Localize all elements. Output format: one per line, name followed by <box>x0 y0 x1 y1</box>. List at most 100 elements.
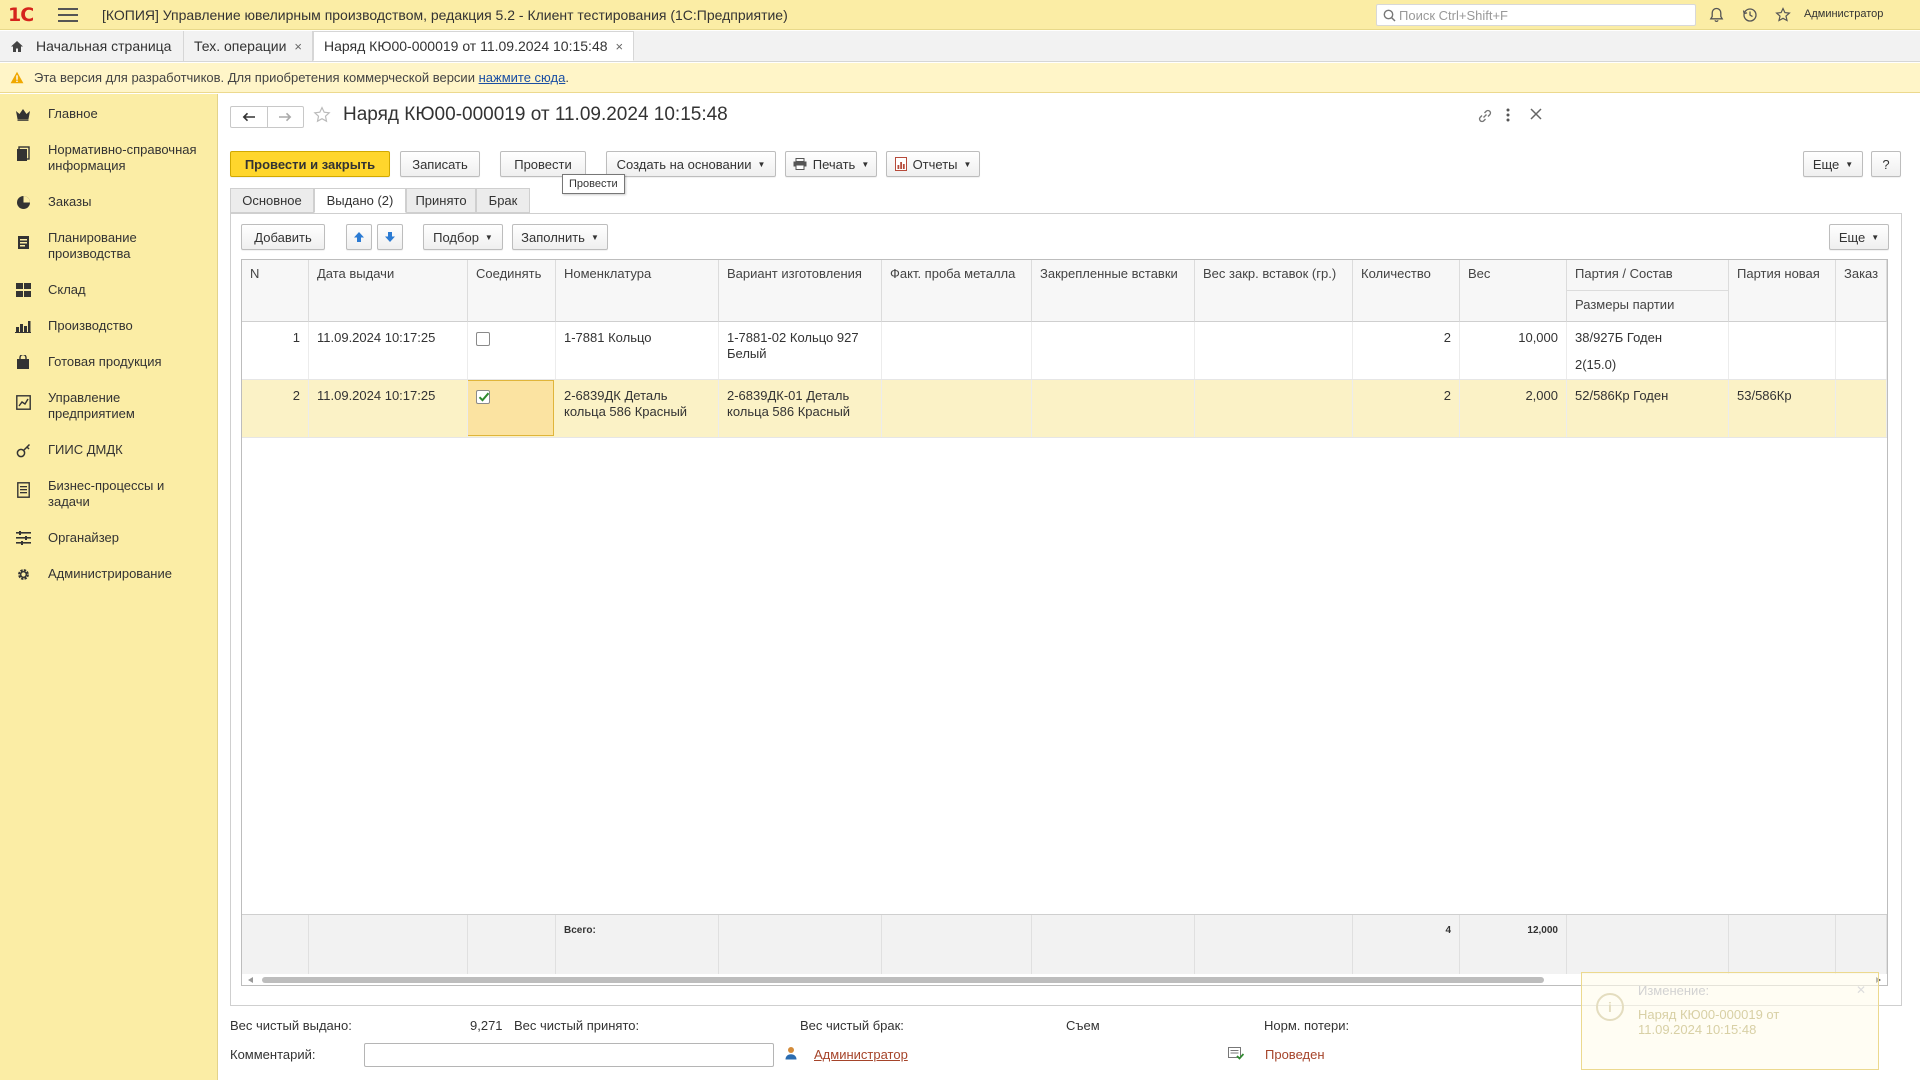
column-header-batch-sizes[interactable]: Размеры партии <box>1567 291 1728 322</box>
column-header-inserts-weight[interactable]: Вес закр. вставок (гр.) <box>1195 260 1353 322</box>
cell-batch: 38/927Б Годен <box>1567 322 1729 351</box>
posted-document-icon <box>1228 1047 1244 1060</box>
orders-pie-icon <box>14 194 32 210</box>
create-based-on-button[interactable]: Создать на основании ▼ <box>606 151 776 177</box>
global-search-input[interactable] <box>1399 7 1695 23</box>
footer-cell <box>1567 915 1729 975</box>
tab-received[interactable]: Принято <box>406 188 476 213</box>
column-header-date[interactable]: Дата выдачи <box>309 260 468 322</box>
close-icon[interactable]: × <box>616 39 624 54</box>
gear-icon <box>14 566 32 582</box>
sidebar-item-warehouse[interactable]: Склад <box>0 282 86 298</box>
button-label: Заполнить <box>521 229 585 245</box>
reports-button[interactable]: Отчеты ▼ <box>886 151 980 177</box>
tab-issued[interactable]: Выдано (2) <box>314 188 406 213</box>
notification-body: Наряд КЮ00-000019 от 11.09.2024 10:15:48 <box>1638 1007 1780 1037</box>
column-header-weight[interactable]: Вес <box>1460 260 1567 322</box>
column-header-quantity[interactable]: Количество <box>1353 260 1460 322</box>
join-checkbox[interactable] <box>476 332 490 346</box>
sidebar-item-reference[interactable]: Нормативно-справочная информация <box>0 142 200 174</box>
column-header-order[interactable]: Заказ <box>1836 260 1887 322</box>
column-header-batch: Партия / Состав Размеры партии <box>1567 260 1729 322</box>
document-status[interactable]: Проведен <box>1265 1047 1325 1062</box>
sidebar-item-label: Управление предприятием <box>48 390 135 421</box>
cell-assay <box>882 322 1032 379</box>
add-row-button[interactable]: Добавить <box>241 224 325 250</box>
scrollbar-thumb[interactable] <box>262 977 1544 983</box>
favorites-star-icon[interactable] <box>1774 6 1792 24</box>
sidebar-item-production[interactable]: Производство <box>0 318 133 334</box>
organizer-icon <box>14 530 32 546</box>
main-menu-icon[interactable] <box>58 7 78 22</box>
sidebar-item-planning[interactable]: Планирование производства <box>0 230 200 262</box>
author-link[interactable]: Администратор <box>814 1047 908 1062</box>
column-header-inserts[interactable]: Закрепленные вставки <box>1032 260 1195 322</box>
cell-new-batch <box>1729 322 1836 379</box>
grid-more-button[interactable]: Еще ▼ <box>1829 224 1889 250</box>
sidebar-item-label: ГИИС ДМДК <box>48 442 123 457</box>
cell-join <box>468 380 556 437</box>
move-up-button[interactable] <box>346 224 372 250</box>
tab-defect[interactable]: Брак <box>476 188 530 213</box>
close-icon[interactable]: ✕ <box>1856 983 1866 997</box>
button-label: Еще <box>1838 229 1866 245</box>
sidebar-item-label: Заказы <box>48 194 92 209</box>
help-button[interactable]: ? <box>1871 151 1901 177</box>
column-header-join[interactable]: Соединять <box>468 260 556 322</box>
title-bar: 1С [КОПИЯ] Управление ювелирным производ… <box>0 0 1920 30</box>
fill-button[interactable]: Заполнить ▼ <box>512 224 608 250</box>
post-and-close-button[interactable]: Провести и закрыть <box>230 151 390 177</box>
column-header-n[interactable]: N <box>242 260 309 322</box>
sidebar-item-orders[interactable]: Заказы <box>0 194 91 210</box>
arrow-down-icon <box>385 232 395 242</box>
column-header-batch-composition[interactable]: Партия / Состав <box>1567 260 1728 291</box>
cell-order <box>1836 322 1887 379</box>
comment-field[interactable] <box>364 1043 774 1067</box>
column-header-nomenclature[interactable]: Номенклатура <box>556 260 719 322</box>
sidebar-item-finished-goods[interactable]: Готовая продукция <box>0 354 162 370</box>
column-header-new-batch[interactable]: Партия новая <box>1729 260 1836 322</box>
button-label: Подбор <box>433 229 479 245</box>
cell-weight: 10,000 <box>1460 322 1567 379</box>
sidebar-item-giis-dmdk[interactable]: ГИИС ДМДК <box>0 442 123 458</box>
move-down-button[interactable] <box>377 224 403 250</box>
print-button[interactable]: Печать ▼ <box>785 151 877 177</box>
production-chart-icon <box>14 318 32 334</box>
column-header-variant[interactable]: Вариант изготовления <box>719 260 882 322</box>
scroll-left-icon[interactable] <box>248 977 253 983</box>
tab-document-order[interactable]: Наряд КЮ00-000019 от 11.09.2024 10:15:48… <box>313 31 635 61</box>
global-search[interactable] <box>1376 4 1696 26</box>
history-icon[interactable] <box>1741 6 1759 24</box>
change-notification[interactable]: i Изменение: Наряд КЮ00-000019 от 11.09.… <box>1581 972 1879 1070</box>
column-header-assay[interactable]: Факт. проба металла <box>882 260 1032 322</box>
sidebar-item-enterprise[interactable]: Управление предприятием <box>0 390 200 422</box>
sidebar-item-business-processes[interactable]: Бизнес-процессы и задачи <box>0 478 200 510</box>
sidebar-item-main[interactable]: Главное <box>0 106 98 122</box>
tab-home-page[interactable]: Начальная страница <box>0 31 184 61</box>
cell-order <box>1836 380 1887 437</box>
cell-quantity: 2 <box>1353 380 1460 437</box>
tab-main[interactable]: Основное <box>230 188 314 213</box>
close-form-icon[interactable] <box>1530 108 1542 123</box>
more-actions-icon[interactable] <box>1505 106 1511 127</box>
sidebar-item-administration[interactable]: Администрирование <box>0 566 172 582</box>
back-arrow-icon[interactable] <box>231 107 268 127</box>
net-received-label: Вес чистый принято: <box>514 1018 640 1033</box>
bell-icon[interactable] <box>1707 6 1725 24</box>
close-icon[interactable]: × <box>294 39 302 54</box>
sidebar-item-organizer[interactable]: Органайзер <box>0 530 119 546</box>
home-icon <box>11 40 23 52</box>
purchase-link[interactable]: нажмите сюда <box>479 70 566 85</box>
footer-cell <box>468 915 556 975</box>
issued-items-table[interactable]: N Дата выдачи Соединять Номенклатура Вар… <box>241 259 1888 986</box>
favorite-star-icon[interactable] <box>313 106 331 124</box>
join-checkbox-checked[interactable] <box>476 390 490 404</box>
save-button[interactable]: Записать <box>400 151 480 177</box>
forward-arrow-icon[interactable] <box>268 107 304 127</box>
current-user[interactable]: Администратор <box>1804 8 1883 20</box>
more-button[interactable]: Еще ▼ <box>1803 151 1863 177</box>
pick-button[interactable]: Подбор ▼ <box>423 224 503 250</box>
app-logo[interactable]: 1С <box>8 4 44 26</box>
tab-tech-operations[interactable]: Тех. операции × <box>184 31 314 61</box>
link-icon[interactable] <box>1477 108 1493 127</box>
